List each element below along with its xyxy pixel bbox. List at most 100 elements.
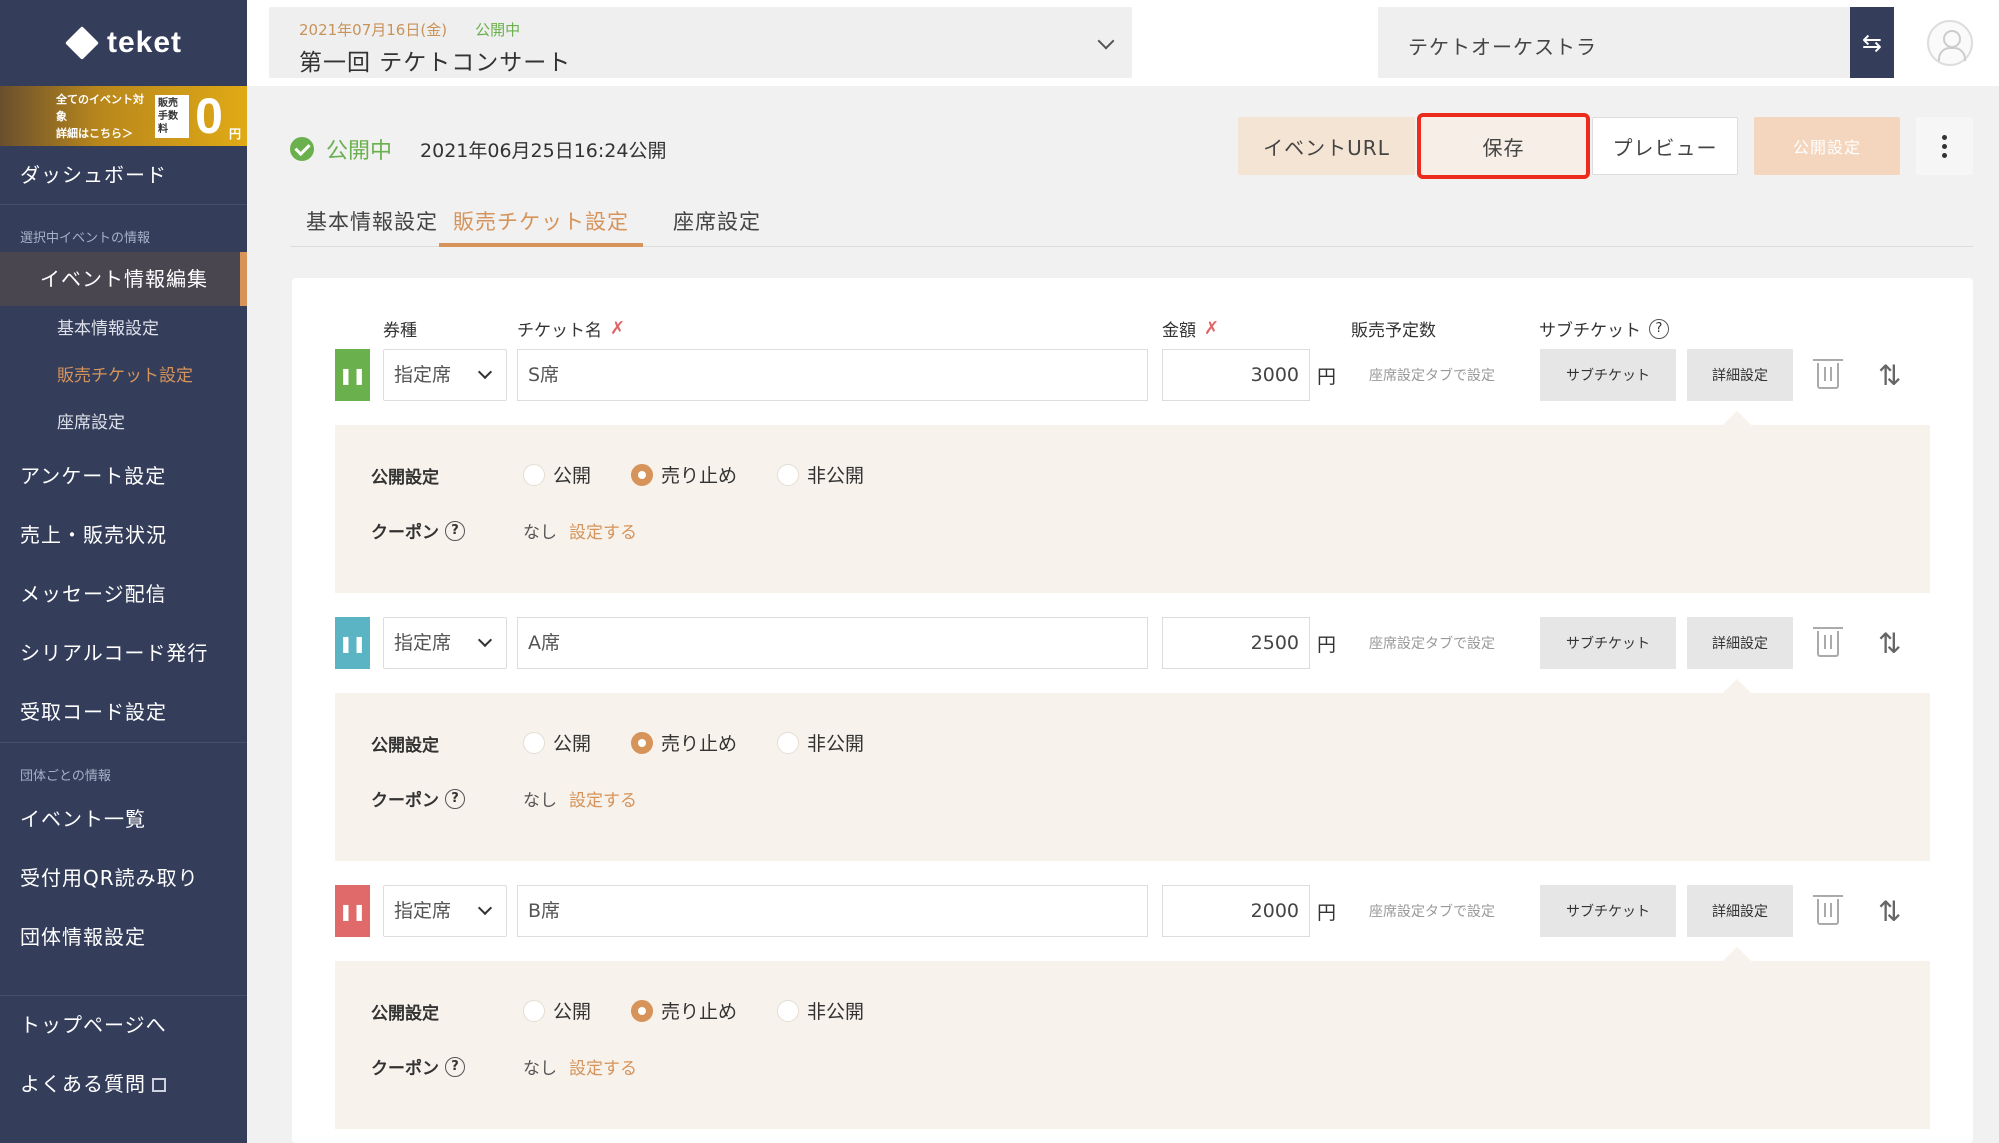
promo-fee-label: 販売手数料 [155, 94, 190, 138]
logo[interactable]: teket [0, 0, 247, 86]
trash-icon[interactable] [1813, 359, 1843, 389]
radio-public[interactable]: 公開 [523, 729, 591, 756]
subticket-button[interactable]: サブチケット [1540, 349, 1676, 401]
ticket-type-select[interactable]: 指定席 [383, 885, 507, 937]
coupon-label: クーポン [371, 1059, 439, 1079]
ticket-name-input[interactable]: A席 [517, 617, 1148, 669]
ticket-type-select[interactable]: 指定席 [383, 349, 507, 401]
sort-arrows-icon[interactable]: ⇅ [1878, 627, 1901, 660]
col-quantity: 販売予定数 [1351, 321, 1436, 341]
publish-settings-button[interactable]: 公開設定 [1754, 117, 1900, 175]
help-icon[interactable]: ? [445, 788, 465, 809]
section-event-info: 選択中イベントの情報 [20, 231, 151, 246]
detail-settings-button[interactable]: 詳細設定 [1687, 885, 1793, 937]
org-name: テケトオーケストラ [1408, 35, 1597, 59]
switch-org-button[interactable]: ⇆ [1850, 7, 1894, 78]
tab-seats[interactable]: 座席設定 [673, 200, 761, 247]
section-org-info: 団体ごとの情報 [20, 769, 111, 784]
subticket-button[interactable]: サブチケット [1540, 617, 1676, 669]
ticket-price-input[interactable]: 3000 [1162, 349, 1310, 401]
sidebar-item-serial[interactable]: シリアルコード発行 [0, 624, 247, 683]
event-select[interactable]: 2021年07月16日(金) 公開中 第一回 テケトコンサート [269, 7, 1132, 78]
yen-label: 円 [1317, 366, 1337, 388]
tab-bar: 基本情報設定 販売チケット設定 座席設定 [290, 200, 1973, 247]
coupon-set-link[interactable]: 設定する [569, 791, 637, 811]
ticket-price-input[interactable]: 2500 [1162, 617, 1310, 669]
sidebar-sub-basic[interactable]: 基本情報設定 [0, 306, 247, 353]
sidebar-item-receipt[interactable]: 受取コード設定 [0, 683, 247, 742]
preview-button[interactable]: プレビュー [1592, 117, 1738, 175]
radio-public[interactable]: 公開 [523, 461, 591, 488]
seat-note: 座席設定タブで設定 [1369, 368, 1495, 384]
publish-setting-label: 公開設定 [371, 1004, 439, 1024]
pause-handle-icon[interactable]: ❚❚ [335, 349, 370, 401]
sidebar-item-dashboard[interactable]: ダッシュボード [0, 146, 247, 205]
radio-private[interactable]: 非公開 [777, 729, 864, 756]
radio-private[interactable]: 非公開 [777, 461, 864, 488]
sidebar-item-org-settings[interactable]: 団体情報設定 [0, 908, 247, 967]
published-date: 2021年06月25日16:24公開 [420, 139, 667, 162]
radio-stop-sale[interactable]: 売り止め [631, 461, 737, 488]
publish-radio-group: 公開 売り止め 非公開 [523, 729, 864, 756]
save-button[interactable]: 保存 [1417, 113, 1590, 179]
avatar[interactable] [1927, 20, 1973, 66]
chevron-down-icon [477, 364, 493, 380]
radio-stop-sale[interactable]: 売り止め [631, 729, 737, 756]
faq-label: よくある質問 [20, 1072, 146, 1096]
promo-banner[interactable]: 全てのイベント対象 詳細はこちら＞ 販売手数料 0 円 [0, 86, 247, 146]
external-link-icon [152, 1078, 166, 1092]
sidebar-item-sales[interactable]: 売上・販売状況 [0, 506, 247, 565]
sidebar-sub-tickets[interactable]: 販売チケット設定 [0, 353, 247, 400]
chevron-down-icon [1097, 32, 1115, 50]
yen-label: 円 [1317, 634, 1337, 656]
status-label: 公開中 [326, 139, 393, 164]
no-edit-icon: ✗ [1204, 318, 1220, 339]
ticket-detail-panel: 公開設定 公開 売り止め 非公開 クーポン? なし 設定する [335, 678, 1930, 861]
pause-handle-icon[interactable]: ❚❚ [335, 617, 370, 669]
pause-handle-icon[interactable]: ❚❚ [335, 885, 370, 937]
promo-zero: 0 [195, 88, 223, 144]
sort-arrows-icon[interactable]: ⇅ [1878, 895, 1901, 928]
detail-settings-button[interactable]: 詳細設定 [1687, 349, 1793, 401]
help-icon[interactable]: ? [445, 1056, 465, 1077]
event-name: 第一回 テケトコンサート [299, 50, 572, 76]
event-url-button[interactable]: イベントURL [1238, 117, 1415, 175]
swap-arrows-icon: ⇆ [1861, 28, 1883, 57]
sidebar-sub-seats[interactable]: 座席設定 [0, 400, 247, 447]
sidebar: teket 全てのイベント対象 詳細はこちら＞ 販売手数料 0 円 ダッシュボー… [0, 0, 247, 1143]
org-select[interactable]: テケトオーケストラ [1378, 7, 1850, 78]
tab-basic[interactable]: 基本情報設定 [306, 200, 438, 247]
sidebar-item-top[interactable]: トップページへ [0, 996, 247, 1055]
subticket-button[interactable]: サブチケット [1540, 885, 1676, 937]
ticket-name-input[interactable]: B席 [517, 885, 1148, 937]
coupon-value: なし [523, 1059, 557, 1079]
sidebar-item-event-list[interactable]: イベント一覧 [0, 790, 247, 849]
sidebar-item-survey[interactable]: アンケート設定 [0, 447, 247, 506]
chevron-down-icon [477, 632, 493, 648]
ticket-name-input[interactable]: S席 [517, 349, 1148, 401]
radio-public[interactable]: 公開 [523, 997, 591, 1024]
sidebar-item-faq[interactable]: よくある質問 [0, 1055, 247, 1114]
chevron-down-icon [477, 900, 493, 916]
more-menu-button[interactable] [1916, 117, 1973, 175]
ticket-price-input[interactable]: 2000 [1162, 885, 1310, 937]
detail-settings-button[interactable]: 詳細設定 [1687, 617, 1793, 669]
sidebar-item-messages[interactable]: メッセージ配信 [0, 565, 247, 624]
help-icon[interactable]: ? [1649, 318, 1669, 339]
radio-private[interactable]: 非公開 [777, 997, 864, 1024]
sidebar-item-event-edit[interactable]: イベント情報編集 [0, 252, 247, 306]
ticket-type-select[interactable]: 指定席 [383, 617, 507, 669]
tab-tickets[interactable]: 販売チケット設定 [439, 200, 643, 247]
yen-label: 円 [1317, 902, 1337, 924]
coupon-set-link[interactable]: 設定する [569, 1059, 637, 1079]
sidebar-item-qr[interactable]: 受付用QR読み取り [0, 849, 247, 908]
seat-note: 座席設定タブで設定 [1369, 636, 1495, 652]
publish-setting-label: 公開設定 [371, 468, 439, 488]
trash-icon[interactable] [1813, 895, 1843, 925]
promo-yen: 円 [228, 127, 241, 141]
sort-arrows-icon[interactable]: ⇅ [1878, 359, 1901, 392]
trash-icon[interactable] [1813, 627, 1843, 657]
radio-stop-sale[interactable]: 売り止め [631, 997, 737, 1024]
help-icon[interactable]: ? [445, 520, 465, 541]
coupon-set-link[interactable]: 設定する [569, 523, 637, 543]
